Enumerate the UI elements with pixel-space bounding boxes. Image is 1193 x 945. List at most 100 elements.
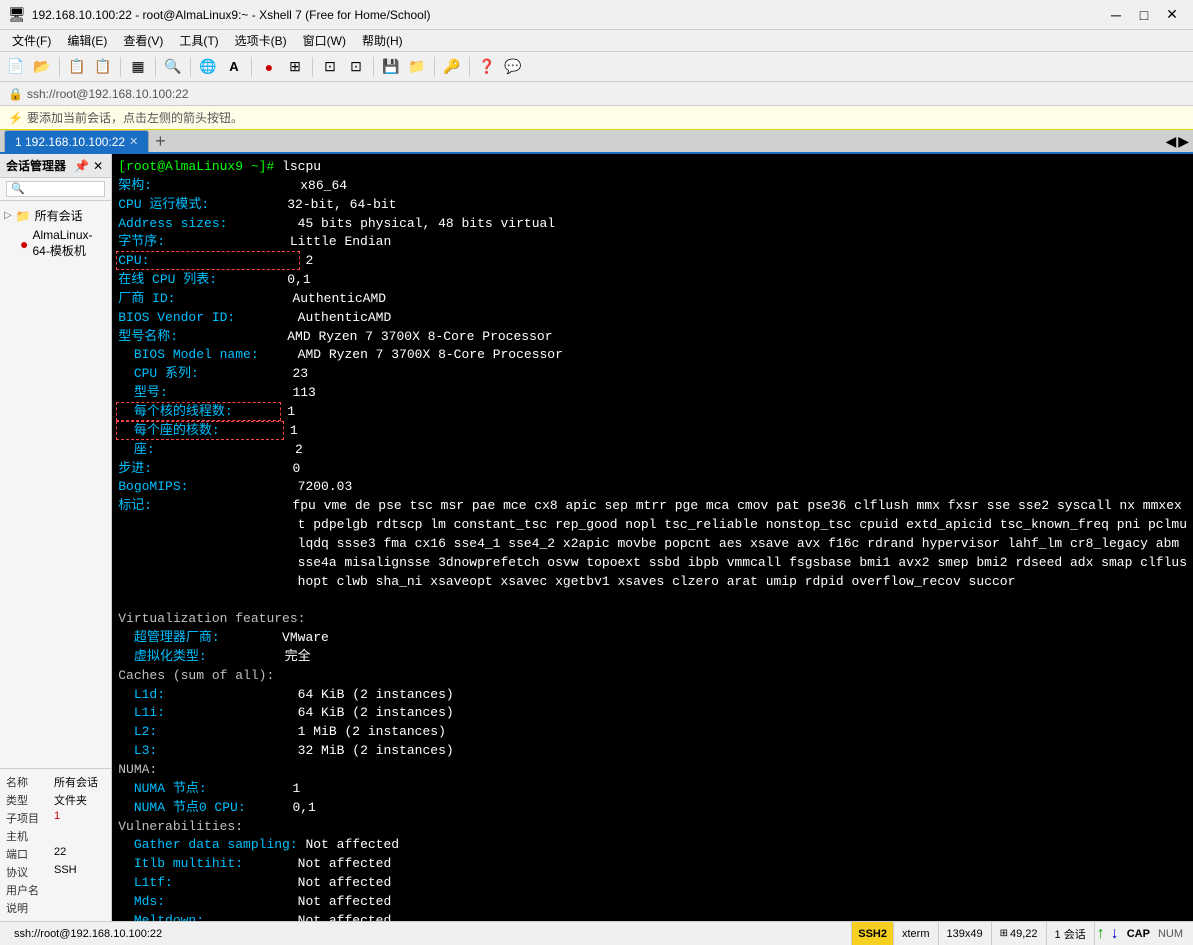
minimize-button[interactable]: ─ — [1103, 5, 1129, 25]
tab-add-button[interactable]: + — [149, 130, 171, 152]
address-bar: 🔒 ssh://root@192.168.10.100:22 — [0, 82, 1193, 106]
status-cap: CAP — [1123, 928, 1154, 940]
term-line-vuln-header: Vulnerabilities: — [118, 818, 1187, 837]
prop-value-name: 所有会话 — [54, 774, 98, 790]
open-button[interactable]: 📂 — [30, 55, 54, 79]
close-button[interactable]: ✕ — [1159, 5, 1185, 25]
help-button[interactable]: ❓ — [475, 55, 499, 79]
term-line-vendor: 厂商 ID: AuthenticAMD — [118, 290, 1187, 309]
toolbar-btn-8[interactable]: ⊞ — [283, 55, 307, 79]
session-search-input[interactable] — [6, 181, 105, 197]
menu-tools[interactable]: 工具(T) — [171, 30, 226, 51]
panel-close-button[interactable]: ✕ — [91, 159, 105, 173]
term-line-bogomips: BogoMIPS: 7200.03 — [118, 478, 1187, 497]
status-sessions: 1 会话 — [1047, 922, 1095, 945]
toolbar-btn-4[interactable]: 📋 — [91, 55, 115, 79]
font-button[interactable]: A — [222, 55, 246, 79]
session-panel-title: 会话管理器 — [6, 157, 72, 174]
terminal-wrapper: [root@AlmaLinux9 ~]# lscpu 架构: x86_64 CP… — [112, 154, 1193, 921]
toolbar-btn-3[interactable]: 📋 — [65, 55, 89, 79]
prop-value-protocol: SSH — [54, 864, 77, 880]
toolbar-btn-5[interactable]: ▦ — [126, 55, 150, 79]
status-dimensions: 139x49 — [939, 922, 992, 945]
toolbar-btn-9[interactable]: ⊡ — [318, 55, 342, 79]
term-line-cpumode: CPU 运行模式: 32-bit, 64-bit — [118, 196, 1187, 215]
tab-next-button[interactable]: ▶ — [1178, 133, 1189, 150]
prop-row-username: 用户名 — [6, 881, 105, 899]
address-text: ssh://root@192.168.10.100:22 — [27, 87, 189, 101]
session-tree: ▷ 📁 所有会话 ● AlmaLinux-64-模板机 — [0, 201, 111, 768]
term-line-itlb: Itlb multihit: Not affected — [118, 855, 1187, 874]
term-line-model: 型号: 113 — [118, 384, 1187, 403]
term-line-l2: L2: 1 MiB (2 instances) — [118, 723, 1187, 742]
prop-label-name: 名称 — [6, 774, 54, 790]
term-line-flags-1: 标记: fpu vme de pse tsc msr pae mce cx8 a… — [118, 497, 1187, 516]
prop-row-port: 端口 22 — [6, 845, 105, 863]
address-icon: 🔒 — [8, 87, 23, 101]
window-controls: ─ □ ✕ — [1103, 5, 1185, 25]
all-sessions-label: 所有会话 — [35, 207, 83, 224]
prop-row-type: 类型 文件夹 — [6, 791, 105, 809]
session-search-bar — [0, 178, 111, 201]
toolbar: 📄 📂 📋 📋 ▦ 🔍 🌐 A ● ⊞ ⊡ ⊡ 💾 📁 🔑 ❓ 💬 — [0, 52, 1193, 82]
term-line-flags-5: hopt clwb sha_ni xsaveopt xsavec xgetbv1… — [118, 573, 1187, 592]
term-line-l3: L3: 32 MiB (2 instances) — [118, 742, 1187, 761]
prop-row-notes: 说明 — [6, 899, 105, 917]
prop-label-port: 端口 — [6, 846, 54, 862]
menu-window[interactable]: 窗口(W) — [295, 30, 354, 51]
prop-row-host: 主机 — [6, 827, 105, 845]
tab-1-close[interactable]: ✕ — [129, 135, 138, 148]
search-button[interactable]: 🔍 — [161, 55, 185, 79]
term-line-flags-2: t pdpelgb rdtscp lm constant_tsc rep_goo… — [118, 516, 1187, 535]
term-line-l1tf: L1tf: Not affected — [118, 874, 1187, 893]
term-line-l1i: L1i: 64 KiB (2 instances) — [118, 704, 1187, 723]
term-line-gather: Gather data sampling: Not affected — [118, 836, 1187, 855]
term-line-hypervisor: 超管理器厂商: VMware — [118, 629, 1187, 648]
term-line-numa-nodes: NUMA 节点: 1 — [118, 780, 1187, 799]
red-btn[interactable]: ● — [257, 55, 281, 79]
globe-button[interactable]: 🌐 — [196, 55, 220, 79]
terminal[interactable]: [root@AlmaLinux9 ~]# lscpu 架构: x86_64 CP… — [112, 154, 1193, 921]
toolbar-btn-10[interactable]: ⊡ — [344, 55, 368, 79]
menu-edit[interactable]: 编辑(E) — [59, 30, 115, 51]
panel-pin-button[interactable]: 📌 — [72, 159, 91, 173]
maximize-button[interactable]: □ — [1131, 5, 1157, 25]
status-path: ssh://root@192.168.10.100:22 — [6, 922, 852, 945]
term-line-addr: Address sizes: 45 bits physical, 48 bits… — [118, 215, 1187, 234]
prop-value-port: 22 — [54, 846, 66, 862]
tree-item-all-sessions[interactable]: ▷ 📁 所有会话 — [0, 205, 111, 226]
status-bar: ssh://root@192.168.10.100:22 SSH2 xterm … — [0, 921, 1193, 945]
menu-file[interactable]: 文件(F) — [4, 30, 59, 51]
almalinux-label: AlmaLinux-64-模板机 — [32, 228, 107, 259]
notification-text: 要添加当前会话，点击左侧的箭头按钮。 — [27, 109, 243, 126]
menu-tabs[interactable]: 选项卡(B) — [227, 30, 295, 51]
term-line-blank — [118, 591, 1187, 610]
status-download-button[interactable]: ↓ — [1107, 925, 1123, 943]
session-panel-header: 会话管理器 📌 ✕ — [0, 154, 111, 178]
menu-view[interactable]: 查看(V) — [115, 30, 171, 51]
new-session-button[interactable]: 📄 — [4, 55, 28, 79]
term-line-meltdown: Meltdown: Not affected — [118, 912, 1187, 921]
toolbar-btn-msg[interactable]: 💬 — [501, 55, 525, 79]
title-bar: 🖥 192.168.10.100:22 - root@AlmaLinux9:~ … — [0, 0, 1193, 30]
term-line-virt-header: Virtualization features: — [118, 610, 1187, 629]
menu-help[interactable]: 帮助(H) — [354, 30, 411, 51]
status-position: ⊞49,22 — [992, 922, 1047, 945]
title-text: 192.168.10.100:22 - root@AlmaLinux9:~ - … — [32, 8, 1103, 22]
prop-row-name: 名称 所有会话 — [6, 773, 105, 791]
folder-btn[interactable]: 📁 — [405, 55, 429, 79]
notification-icon: ⚡ — [8, 111, 23, 125]
term-line-arch: 架构: x86_64 — [118, 177, 1187, 196]
toolbar-btn-key[interactable]: 🔑 — [440, 55, 464, 79]
tab-prev-button[interactable]: ◀ — [1165, 133, 1176, 150]
term-line-flags-3: lqdq ssse3 fma cx16 sse4_1 sse4_2 x2apic… — [118, 535, 1187, 554]
term-line-threads: 每个核的线程数: 1 — [118, 403, 1187, 422]
tab-1[interactable]: 1 192.168.10.100:22 ✕ — [4, 130, 149, 152]
status-num: NUM — [1154, 928, 1187, 940]
save-button[interactable]: 💾 — [379, 55, 403, 79]
expand-icon-all: ▷ — [4, 210, 12, 221]
prop-label-children: 子项目 — [6, 810, 54, 826]
term-line-virt-type: 虚拟化类型: 完全 — [118, 648, 1187, 667]
status-upload-button[interactable]: ↑ — [1095, 925, 1107, 943]
tree-item-almalinux[interactable]: ● AlmaLinux-64-模板机 — [0, 226, 111, 261]
